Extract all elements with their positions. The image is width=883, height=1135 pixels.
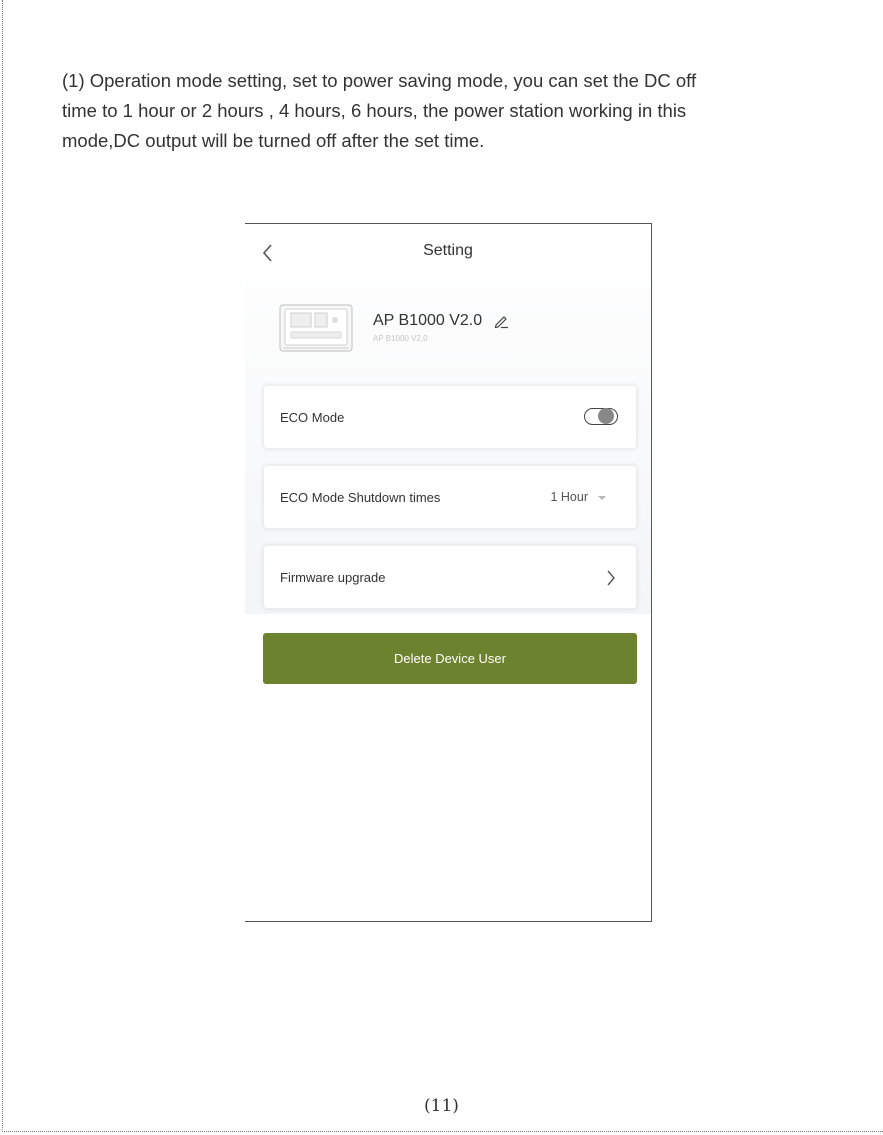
device-name: AP B1000 V2.0	[373, 312, 483, 329]
eco-mode-toggle[interactable]	[584, 408, 618, 425]
intro-line-1: (1) Operation mode setting, set to power…	[62, 70, 697, 91]
intro-paragraph: (1) Operation mode setting, set to power…	[62, 66, 842, 156]
eco-mode-label: ECO Mode	[280, 410, 345, 425]
shutdown-time-select[interactable]: 1 Hour	[550, 490, 588, 504]
page-number: (11)	[424, 1096, 459, 1116]
delete-device-user-button[interactable]: Delete Device User	[263, 633, 637, 684]
power-station-image	[279, 304, 353, 352]
pencil-edit-icon[interactable]	[493, 313, 509, 329]
eco-shutdown-row[interactable]: ECO Mode Shutdown times 1 Hour	[263, 465, 637, 529]
eco-shutdown-label: ECO Mode Shutdown times	[280, 490, 441, 505]
firmware-upgrade-label: Firmware upgrade	[280, 570, 386, 585]
intro-line-2: time to 1 hour or 2 hours , 4 hours, 6 h…	[62, 100, 687, 121]
chevron-right-icon	[607, 570, 615, 586]
eco-mode-row: ECO Mode	[263, 385, 637, 449]
screen-title: Setting	[423, 242, 473, 259]
page-border-left	[2, 0, 3, 1130]
dropdown-arrow-icon[interactable]	[596, 494, 608, 502]
app-screenshot: Setting AP B1000 V2.0 AP B1000 V2.0 ECO …	[245, 223, 652, 922]
toggle-knob	[598, 408, 614, 424]
page-border-bottom	[2, 1131, 883, 1132]
device-model: AP B1000 V2.0	[373, 334, 428, 343]
intro-line-3: mode,DC output will be turned off after …	[62, 130, 485, 151]
firmware-upgrade-row[interactable]: Firmware upgrade	[263, 545, 637, 609]
